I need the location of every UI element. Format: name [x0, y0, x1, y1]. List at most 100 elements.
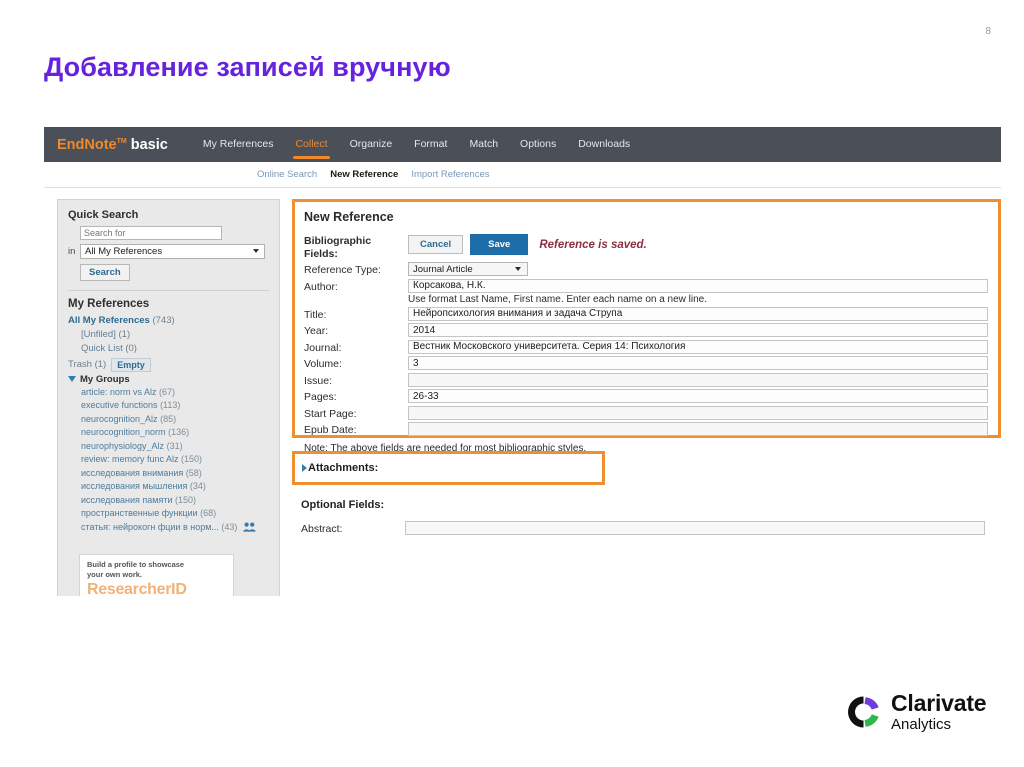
search-scope-select[interactable]: All My References [80, 244, 265, 259]
researcherid-wordmark: ResearcherID [87, 581, 187, 596]
group-item[interactable]: article: norm vs Alz (67) [68, 386, 269, 400]
group-item[interactable]: статья: нейрокогн фции в норм... (43) [68, 521, 269, 537]
brand-tm: TM [116, 137, 127, 145]
group-label: статья: нейрокогн фции в норм... [81, 521, 219, 532]
group-item[interactable]: исследования мышления (34) [68, 480, 269, 494]
reference-type-value: Journal Article [413, 264, 473, 275]
form-row-volume: Volume: [304, 356, 998, 371]
sidebar-item-all-my-references[interactable]: All My References (743) [68, 314, 269, 328]
bibliographic-fields-panel: New Reference Bibliographic Fields: Canc… [292, 199, 1001, 454]
save-button[interactable]: Save [470, 234, 529, 255]
status-message: Reference is saved. [539, 238, 647, 251]
group-count: (43) [221, 521, 238, 532]
nav-item-downloads[interactable]: Downloads [567, 127, 641, 162]
sidebar-item-unfiled[interactable]: [Unfiled] (1) [68, 328, 269, 342]
journal-label: Journal: [304, 341, 342, 354]
title-input[interactable] [408, 306, 988, 321]
sidebar-divider [68, 290, 269, 291]
group-count: (58) [185, 467, 202, 478]
trash-row: Trash (1) Empty [68, 357, 269, 372]
subnav-item-new-reference[interactable]: New Reference [330, 169, 398, 180]
journal-control [408, 339, 998, 354]
start-page-control [408, 405, 998, 420]
group-count: (34) [189, 481, 206, 492]
group-count: (113) [160, 400, 181, 411]
epub-date-input[interactable] [408, 422, 988, 436]
author-hint: Use format Last Name, First name. Enter … [408, 293, 708, 305]
group-item[interactable]: neurophysiology_Alz (31) [68, 440, 269, 454]
volume-input[interactable] [408, 356, 988, 370]
search-input[interactable] [80, 226, 222, 240]
attachments-section[interactable]: Attachments: [292, 451, 605, 485]
nav-item-collect[interactable]: Collect [284, 127, 338, 162]
unfiled-count: (1) [118, 329, 131, 341]
pages-input[interactable] [408, 389, 988, 403]
researcherid-promo[interactable]: Build a profile to showcase your own wor… [79, 554, 234, 596]
group-item[interactable]: neurocognition_Alz (85) [68, 413, 269, 427]
nav-item-match[interactable]: Match [458, 127, 509, 162]
group-item[interactable]: neurocognition_norm (136) [68, 426, 269, 440]
main-nav-items: My References Collect Organize Format Ma… [192, 127, 641, 162]
group-label: исследования мышления [81, 481, 188, 492]
group-label: пространственные функции [81, 508, 198, 519]
author-input[interactable] [408, 278, 988, 293]
group-label: исследования внимания [81, 467, 184, 478]
subnav-item-online-search[interactable]: Online Search [257, 169, 317, 180]
group-label: executive functions [81, 400, 158, 411]
my-references-heading: My References [68, 298, 150, 310]
bibliographic-fields-label: Bibliographic Fields: [304, 233, 408, 260]
group-item[interactable]: review: memory func Alz (150) [68, 453, 269, 467]
form-row-journal: Journal: [304, 339, 998, 355]
issue-input[interactable] [408, 372, 988, 387]
group-item[interactable]: executive functions (113) [68, 399, 269, 413]
subnav-item-import-references[interactable]: Import References [411, 169, 489, 180]
nav-item-format[interactable]: Format [403, 127, 458, 162]
start-page-input[interactable] [408, 405, 988, 420]
clarivate-logo: Clarivate Analytics [846, 692, 987, 732]
all-refs-count: (743) [152, 315, 175, 326]
volume-label: Volume: [304, 358, 342, 370]
triangle-down-icon [68, 376, 76, 383]
main-content: New Reference Bibliographic Fields: Canc… [292, 199, 1001, 596]
brand-endnote: EndNote [57, 136, 117, 153]
nav-item-options[interactable]: Options [509, 127, 567, 162]
form-row-reference-type: Reference Type: Journal Article [304, 262, 998, 277]
author-label: Author: [304, 280, 338, 293]
journal-input[interactable] [408, 339, 988, 354]
group-item[interactable]: исследования памяти (150) [68, 494, 269, 508]
group-item[interactable]: пространственные функции (68) [68, 507, 269, 521]
panel-title: New Reference [304, 210, 394, 224]
nav-item-organize[interactable]: Organize [339, 127, 404, 162]
group-label: neurocognition_Alz [81, 413, 158, 424]
chevron-down-icon [515, 267, 521, 271]
clarivate-logo-mark [846, 694, 882, 730]
search-scope-value: All My References [85, 246, 163, 257]
author-control: Use format Last Name, First name. Enter … [408, 278, 998, 305]
page-title: Добавление записей вручную [44, 52, 451, 82]
group-item[interactable]: исследования внимания (58) [68, 467, 269, 481]
group-label: review: memory func Alz [81, 454, 179, 465]
sidebar-item-trash[interactable]: Trash (1) [68, 359, 106, 370]
title-label: Title: [304, 308, 327, 321]
search-button[interactable]: Search [80, 264, 130, 281]
chevron-down-icon [253, 249, 259, 253]
form-row-pages: Pages: [304, 389, 998, 404]
search-scope-label: in [68, 246, 76, 257]
abstract-input[interactable] [405, 521, 985, 535]
year-label: Year: [304, 325, 329, 337]
reference-type-control: Journal Article [408, 262, 998, 276]
issue-label: Issue: [304, 374, 333, 387]
sidebar-item-quick-list[interactable]: Quick List (0) [68, 342, 269, 356]
app-navbar: EndNoteTM basic My References Collect Or… [44, 127, 1001, 162]
abstract-label: Abstract: [301, 523, 343, 535]
nav-item-my-references[interactable]: My References [192, 127, 285, 162]
quick-list-count: (0) [125, 343, 137, 355]
empty-trash-button[interactable]: Empty [111, 357, 151, 372]
year-input[interactable] [408, 323, 988, 337]
quick-list-label: Quick List [81, 343, 123, 355]
my-groups-row[interactable]: My Groups [68, 374, 269, 385]
search-scope-row: in All My References [68, 244, 269, 259]
sub-navbar: Online Search New Reference Import Refer… [44, 162, 1001, 188]
cancel-button[interactable]: Cancel [408, 235, 464, 254]
reference-type-select[interactable]: Journal Article [408, 262, 528, 276]
